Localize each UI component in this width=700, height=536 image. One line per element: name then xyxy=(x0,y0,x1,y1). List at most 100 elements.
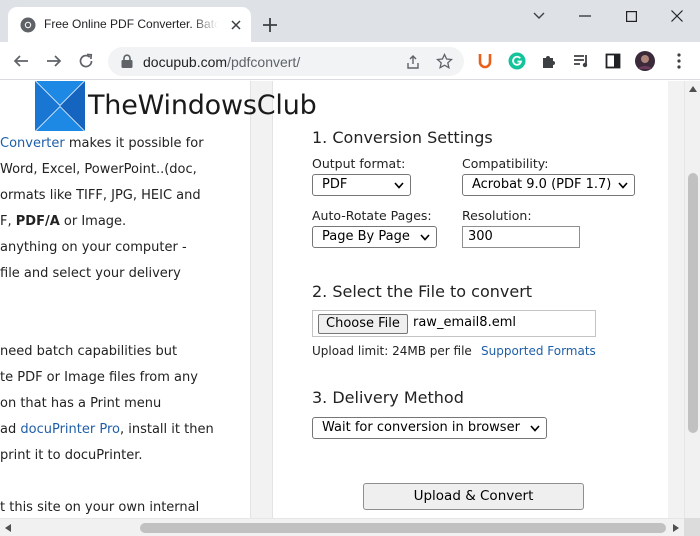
url-path: /pdfconvert/ xyxy=(227,54,301,70)
side-panel-button[interactable] xyxy=(603,51,623,71)
profile-button[interactable] xyxy=(635,51,655,71)
forward-arrow-icon xyxy=(47,55,62,67)
intro-line: Word, Excel, PowerPoint..(doc, xyxy=(0,162,197,177)
converter-form: 1. Conversion Settings Output format: PD… xyxy=(272,81,668,518)
grammarly-icon xyxy=(508,52,526,70)
thewindowsclub-logo-icon xyxy=(35,81,85,131)
chevron-down-icon xyxy=(394,182,404,189)
page-viewport: Converter makes it possible for Word, Ex… xyxy=(0,81,684,518)
chevron-down-icon xyxy=(420,234,430,241)
side-panel-icon xyxy=(605,53,621,69)
resolution-label: Resolution: xyxy=(462,208,532,223)
reading-list-icon xyxy=(573,55,587,68)
back-button[interactable] xyxy=(11,51,31,71)
batch-line: on that has a Print menu xyxy=(0,396,162,411)
close-icon[interactable] xyxy=(227,16,245,34)
scrollbar-corner xyxy=(684,518,700,536)
close-window-button[interactable] xyxy=(654,0,700,32)
intro-line: Converter makes it possible for xyxy=(0,136,204,151)
plus-icon[interactable] xyxy=(259,14,281,36)
kebab-menu-icon xyxy=(677,53,681,69)
reload-icon xyxy=(79,53,93,68)
back-arrow-icon xyxy=(13,55,28,67)
tab-strip: Free Online PDF Converter. Batch Convert xyxy=(0,0,700,42)
chevron-down-icon xyxy=(530,425,540,432)
address-bar[interactable]: docupub.com/pdfconvert/ xyxy=(108,47,464,76)
ublock-icon xyxy=(478,54,492,69)
browser-tab[interactable]: Free Online PDF Converter. Batch Convert xyxy=(8,7,251,42)
site-logo-text: TheWindowsClub xyxy=(88,90,317,121)
intro-text: or Image. xyxy=(59,214,127,229)
upload-convert-button[interactable]: Upload & Convert xyxy=(363,483,584,510)
autorotate-select[interactable]: Page By Page xyxy=(312,226,437,248)
horizontal-scrollbar[interactable] xyxy=(0,518,684,536)
compatibility-select[interactable]: Acrobat 9.0 (PDF 1.7) xyxy=(462,174,635,196)
delivery-method-select[interactable]: Wait for conversion in browser xyxy=(312,417,547,439)
output-format-value: PDF xyxy=(322,177,348,192)
output-format-label: Output format: xyxy=(312,156,406,171)
intro-text: F, xyxy=(0,214,16,229)
scroll-up-arrow-icon[interactable] xyxy=(689,86,697,92)
forward-button[interactable] xyxy=(44,51,64,71)
left-column: Converter makes it possible for Word, Ex… xyxy=(0,81,251,518)
compatibility-label: Compatibility: xyxy=(462,156,549,171)
tab-title: Free Online PDF Converter. Batch Convert xyxy=(44,17,218,31)
converter-link[interactable]: Converter xyxy=(0,136,65,151)
batch-line: ad docuPrinter Pro, install it then xyxy=(0,422,214,437)
reload-button[interactable] xyxy=(76,51,96,71)
intro-line: F, PDF/A or Image. xyxy=(0,214,126,229)
horizontal-scroll-thumb[interactable] xyxy=(140,523,666,533)
vertical-scroll-thumb[interactable] xyxy=(688,173,698,433)
lock-icon[interactable] xyxy=(120,54,134,69)
intro-line: ormats like TIFF, JPG, HEIC and xyxy=(0,188,201,203)
batch-text: ad xyxy=(0,422,21,437)
maximize-button[interactable] xyxy=(608,0,654,32)
batch-line: need batch capabilities but xyxy=(0,344,178,359)
output-format-select[interactable]: PDF xyxy=(312,174,411,196)
tab-search-button[interactable] xyxy=(516,0,562,32)
puzzle-icon xyxy=(543,56,555,68)
minimize-icon xyxy=(579,15,591,17)
supported-formats-link[interactable]: Supported Formats xyxy=(481,344,596,358)
maximize-icon xyxy=(625,10,637,22)
scroll-left-arrow-icon[interactable] xyxy=(5,524,11,532)
chevron-down-icon xyxy=(618,182,628,189)
delivery-method-value: Wait for conversion in browser xyxy=(322,420,520,435)
file-input[interactable]: Choose File raw_email8.eml xyxy=(312,310,596,337)
star-icon[interactable] xyxy=(436,53,453,70)
scroll-right-arrow-icon[interactable] xyxy=(673,524,679,532)
autorotate-value: Page By Page xyxy=(322,229,410,244)
batch-line: te PDF or Image files from any xyxy=(0,370,198,385)
close-window-icon xyxy=(671,10,683,22)
reading-list-button[interactable] xyxy=(571,51,591,71)
url-host: docupub.com xyxy=(143,54,228,70)
section-heading-file: 2. Select the File to convert xyxy=(312,282,533,301)
intro-text: makes it possible for xyxy=(64,136,204,151)
choose-file-button[interactable]: Choose File xyxy=(318,314,408,334)
batch-line: print it to docuPrinter. xyxy=(0,448,143,463)
resolution-input[interactable]: 300 xyxy=(462,226,580,248)
section-heading-delivery: 3. Delivery Method xyxy=(312,388,464,407)
vertical-scrollbar[interactable] xyxy=(684,81,700,518)
url-text: docupub.com/pdfconvert/ xyxy=(143,54,300,70)
chevron-down-icon xyxy=(533,12,545,19)
share-icon[interactable] xyxy=(405,54,421,70)
grammarly-extension[interactable] xyxy=(507,51,527,71)
autorotate-label: Auto-Rotate Pages: xyxy=(312,208,432,223)
selected-file-name: raw_email8.eml xyxy=(413,315,516,330)
ublock-extension[interactable] xyxy=(475,51,495,71)
upload-limit-note: Upload limit: 24MB per file xyxy=(312,344,472,358)
compatibility-value: Acrobat 9.0 (PDF 1.7) xyxy=(472,177,612,192)
browser-toolbar: docupub.com/pdfconvert/ xyxy=(0,42,700,80)
extensions-button[interactable] xyxy=(539,51,559,71)
pdfa-text: PDF/A xyxy=(15,214,60,229)
chrome-favicon xyxy=(20,17,36,33)
docuprinter-link[interactable]: docuPrinter Pro xyxy=(20,422,120,437)
chrome-menu-button[interactable] xyxy=(669,51,689,71)
section-heading-settings: 1. Conversion Settings xyxy=(312,128,493,147)
minimize-button[interactable] xyxy=(562,0,608,32)
intro-line: file and select your delivery xyxy=(0,266,181,281)
batch-text: , install it then xyxy=(119,422,214,437)
hosting-line: t this site on your own internal xyxy=(0,500,200,515)
avatar xyxy=(635,51,655,71)
